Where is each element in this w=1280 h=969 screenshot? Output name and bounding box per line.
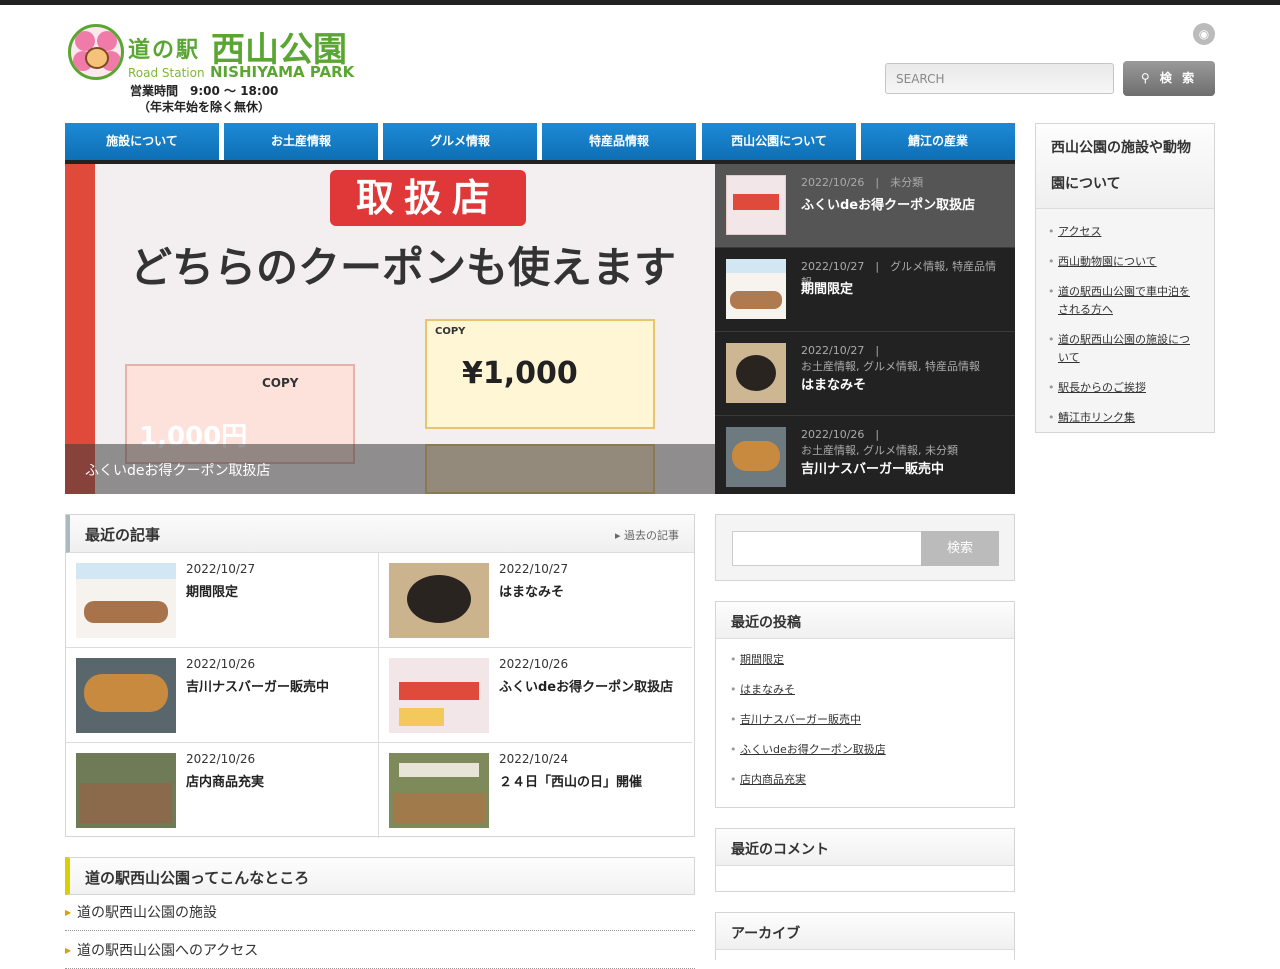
article-card[interactable]: 2022/10/26 吉川ナスバーガー販売中 — [66, 648, 379, 743]
article-title[interactable]: 吉川ナスバーガー販売中 — [186, 676, 329, 695]
park-link-facilities[interactable]: 道の駅西山公園の施設について — [1048, 325, 1202, 373]
featured-thumb — [726, 343, 786, 403]
featured-thumb — [726, 427, 786, 487]
sidebar-search-button[interactable]: 検索 — [921, 531, 999, 566]
business-hours: 営業時間 9:00 〜 18:00 — [130, 84, 279, 98]
slider-caption[interactable]: ふくいdeお得クーポン取扱店 — [65, 444, 715, 494]
recent-posts-widget: 最近の投稿 期間限定 はまなみそ 吉川ナスバーガー販売中 ふくいdeお得クーポン… — [715, 601, 1015, 808]
search-icon: ⚲ — [1140, 71, 1160, 85]
article-thumb — [76, 658, 176, 733]
nav-item-sabae-industry[interactable]: 鯖江の産業 — [861, 123, 1015, 160]
featured-title[interactable]: ふくいdeお得クーポン取扱店 — [801, 194, 975, 213]
featured-title[interactable]: はまなみそ — [801, 374, 866, 393]
article-title[interactable]: 店内商品充実 — [186, 771, 264, 790]
recent-heading: 最近の記事 — [85, 526, 161, 544]
about-link-facilities[interactable]: 道の駅西山公園の施設 — [65, 895, 695, 931]
recent-post-link[interactable]: 店内商品充実 — [730, 765, 1000, 795]
archive-widget: アーカイブ — [715, 912, 1015, 960]
nav-item-gourmet[interactable]: グルメ情報 — [383, 123, 537, 160]
article-title[interactable]: ２４日「西山の日」開催 — [499, 771, 642, 790]
park-link-car-camping[interactable]: 道の駅西山公園で車中泊をされる方へ — [1048, 277, 1202, 325]
park-link-zoo[interactable]: 西山動物園について — [1048, 247, 1202, 277]
article-thumb — [76, 753, 176, 828]
holiday-note: （年末年始を除く無休） — [138, 100, 271, 114]
article-thumb — [76, 563, 176, 638]
article-title[interactable]: 期間限定 — [186, 581, 238, 600]
logo-text-michinoeki: 道の駅 — [128, 38, 201, 63]
article-thumb — [389, 753, 489, 828]
logo-sub-nishiyama-park: NISHIYAMA PARK — [210, 63, 355, 81]
past-articles-link[interactable]: ▸ 過去の記事 — [615, 527, 679, 543]
featured-item[interactable]: 2022/10/27 | グルメ情報, 特産品情報 期間限定 — [715, 248, 1015, 332]
archive-heading: アーカイブ — [716, 913, 1014, 950]
featured-thumb — [726, 259, 786, 319]
park-link-sabae-links[interactable]: 鯖江市リンク集 — [1048, 403, 1202, 433]
park-info-heading: 西山公園の施設や動物 園について — [1036, 124, 1214, 209]
slide-shop-banner: 取扱店 — [330, 170, 526, 226]
article-card[interactable]: 2022/10/24 ２４日「西山の日」開催 — [379, 743, 692, 838]
featured-title[interactable]: 吉川ナスバーガー販売中 — [801, 458, 944, 477]
search-button-label: 検 索 — [1159, 71, 1198, 85]
coupon-image: COPY ¥1,000 — [425, 319, 655, 429]
sidebar-search-input[interactable] — [732, 531, 922, 566]
main-slider[interactable]: 取扱店 どちらのクーポンも使えます COPY 1,000円 COPY ¥1,00… — [65, 164, 715, 494]
article-title[interactable]: はまなみそ — [499, 581, 564, 600]
featured-item[interactable]: 2022/10/26 | お土産情報, グルメ情報, 未分類 吉川ナスバーガー販売… — [715, 416, 1015, 500]
park-info-widget: 西山公園の施設や動物園について アクセス 西山動物園について 道の駅西山公園で車… — [1035, 123, 1215, 433]
site-logo[interactable]: 道の駅 西山公園 Road Station NISHIYAMA PARK 営業時… — [68, 22, 355, 117]
nav-item-souvenirs[interactable]: お土産情報 — [224, 123, 378, 160]
recent-comments-widget: 最近のコメント — [715, 828, 1015, 892]
nav-item-nishiyama-park[interactable]: 西山公園について — [702, 123, 856, 160]
recent-posts-heading: 最近の投稿 — [716, 602, 1014, 639]
header-search-button[interactable]: ⚲ 検 索 — [1123, 61, 1215, 96]
rss-icon[interactable]: ◉ — [1193, 23, 1215, 45]
about-heading: 道の駅西山公園ってこんなところ — [65, 857, 695, 895]
recent-post-link[interactable]: ふくいdeお得クーポン取扱店 — [730, 735, 1000, 765]
article-card[interactable]: 2022/10/26 店内商品充実 — [66, 743, 379, 838]
header-search-input[interactable]: SEARCH — [885, 63, 1114, 94]
featured-list: 2022/10/26 | 未分類 ふくいdeお得クーポン取扱店 2022/10/… — [715, 164, 1015, 494]
recent-articles: 最近の記事 ▸ 過去の記事 2022/10/27 期間限定 2022/10/27… — [65, 514, 695, 838]
featured-thumb — [726, 175, 786, 235]
recent-post-link[interactable]: はまなみそ — [730, 675, 1000, 705]
logo-emblem-icon — [68, 24, 124, 80]
logo-sub-road-station: Road Station — [128, 66, 205, 80]
recent-post-link[interactable]: 吉川ナスバーガー販売中 — [730, 705, 1000, 735]
top-bar — [0, 0, 1280, 5]
park-link-greeting[interactable]: 駅長からのご挨拶 — [1048, 373, 1202, 403]
nav-item-specialties[interactable]: 特産品情報 — [542, 123, 696, 160]
featured-item[interactable]: 2022/10/27 | お土産情報, グルメ情報, 特産品情報 はまなみそ — [715, 332, 1015, 416]
featured-title[interactable]: 期間限定 — [801, 278, 853, 297]
nav-item-facilities[interactable]: 施設について — [65, 123, 219, 160]
article-card[interactable]: 2022/10/26 ふくいdeお得クーポン取扱店 — [379, 648, 692, 743]
article-title[interactable]: ふくいdeお得クーポン取扱店 — [499, 676, 673, 695]
article-thumb — [389, 563, 489, 638]
recent-post-link[interactable]: 期間限定 — [730, 645, 1000, 675]
about-link-access[interactable]: 道の駅西山公園へのアクセス — [65, 933, 695, 969]
slide-headline: どちらのクーポンも使えます — [130, 243, 677, 292]
article-thumb — [389, 658, 489, 733]
article-card[interactable]: 2022/10/27 はまなみそ — [379, 553, 692, 648]
park-link-access[interactable]: アクセス — [1048, 217, 1202, 247]
article-card[interactable]: 2022/10/27 期間限定 — [66, 553, 379, 648]
featured-item[interactable]: 2022/10/26 | 未分類 ふくいdeお得クーポン取扱店 — [715, 164, 1015, 248]
sidebar-search: 検索 — [715, 514, 1015, 581]
recent-comments-heading: 最近のコメント — [716, 829, 1014, 866]
global-nav: 施設について お土産情報 グルメ情報 特産品情報 西山公園について 鯖江の産業 — [65, 123, 1015, 164]
